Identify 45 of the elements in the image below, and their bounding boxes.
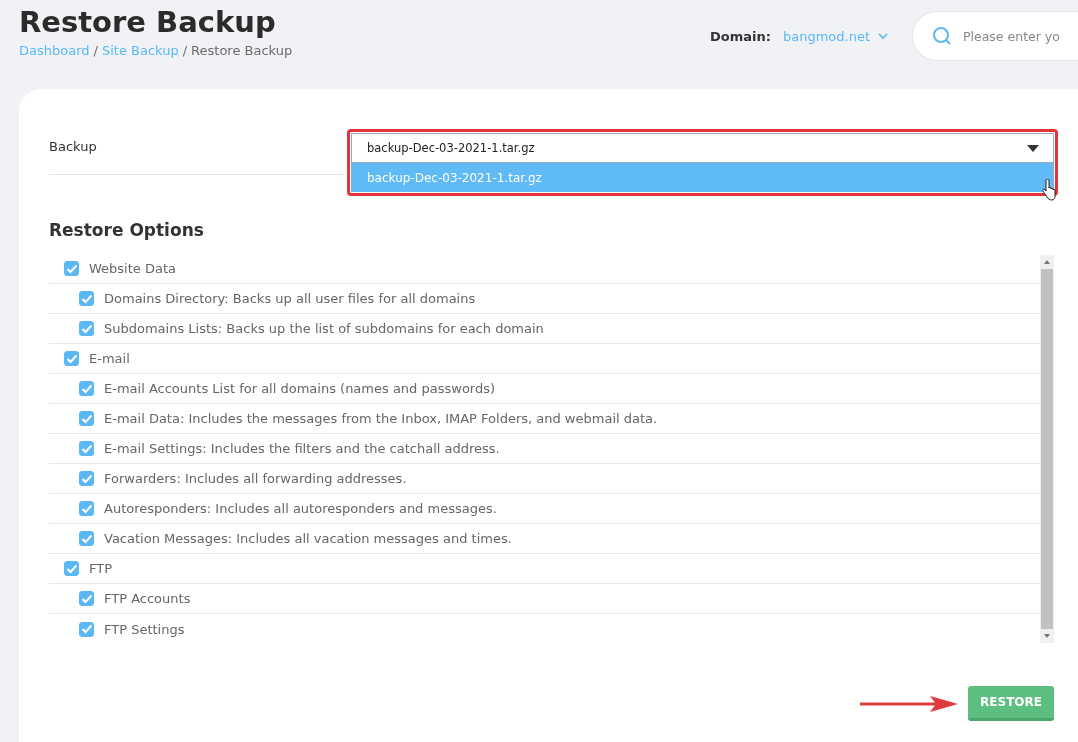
breadcrumb-link[interactable]: Dashboard bbox=[19, 43, 90, 58]
option-label: Forwarders: Includes all forwarding addresses. bbox=[104, 471, 407, 486]
checkbox[interactable] bbox=[79, 471, 94, 486]
checkbox[interactable] bbox=[79, 441, 94, 456]
checkbox[interactable] bbox=[64, 351, 79, 366]
page-title: Restore Backup bbox=[19, 4, 277, 40]
option-label: Subdomains Lists: Backs up the list of subdomains for each domain bbox=[104, 321, 544, 336]
caret-down-icon bbox=[1027, 144, 1039, 152]
option-label: E-mail Settings: Includes the filters and the catchall address. bbox=[104, 441, 500, 456]
option-label: Website Data bbox=[89, 261, 176, 276]
checkbox[interactable] bbox=[79, 291, 94, 306]
breadcrumb-current: Restore Backup bbox=[191, 43, 293, 58]
option-label: FTP Accounts bbox=[104, 591, 191, 606]
checkbox[interactable] bbox=[79, 531, 94, 546]
hand-cursor-icon bbox=[1042, 179, 1056, 201]
checkbox[interactable] bbox=[64, 561, 79, 576]
search-field[interactable]: Please enter yo bbox=[912, 11, 1078, 61]
option-label: Domains Directory: Backs up all user files for all domains bbox=[104, 291, 476, 306]
breadcrumb-link[interactable]: Site Backup bbox=[101, 43, 179, 58]
checkbox[interactable] bbox=[79, 621, 94, 637]
option-label: E-mail Accounts List for all domains (names and passwords) bbox=[104, 381, 496, 396]
breadcrumb-separator: / bbox=[182, 43, 188, 58]
option-label: E-mail bbox=[89, 351, 130, 366]
breadcrumb-separator: / bbox=[93, 43, 98, 58]
option-label: E-mail Data: Includes the messages from the Inbox, IMAP Folders, and webmail data. bbox=[104, 411, 658, 426]
scrollbar[interactable] bbox=[1040, 255, 1054, 643]
checkbox[interactable] bbox=[79, 501, 94, 516]
checkbox[interactable] bbox=[79, 321, 94, 336]
domain-dropdown[interactable]: bangmod.net bbox=[782, 28, 888, 44]
option-label: Autoresponders: Includes all autoresponders and messages. bbox=[104, 501, 497, 516]
search-icon bbox=[932, 26, 952, 46]
checkbox[interactable] bbox=[79, 381, 94, 396]
option-label: Vacation Messages: Includes all vacation messages and times. bbox=[104, 531, 512, 546]
section-heading: Restore Options bbox=[49, 220, 205, 240]
domain-label: Domain: bbox=[710, 28, 771, 44]
checkbox[interactable] bbox=[79, 591, 94, 606]
checkbox[interactable] bbox=[64, 261, 79, 276]
option-label: FTP bbox=[89, 561, 113, 576]
chevron-down-icon bbox=[878, 32, 888, 40]
dropdown-option[interactable]: backup-Dec-03-2021-1.tar.gz bbox=[352, 163, 1053, 192]
checkbox[interactable] bbox=[79, 411, 94, 426]
backup-select[interactable]: backup-Dec-03-2021-1.tar.gz bbox=[351, 133, 1054, 163]
option-label: FTP Settings bbox=[104, 621, 185, 637]
backup-label: Backup bbox=[49, 122, 345, 175]
restore-button[interactable]: RESTORE bbox=[968, 686, 1054, 721]
